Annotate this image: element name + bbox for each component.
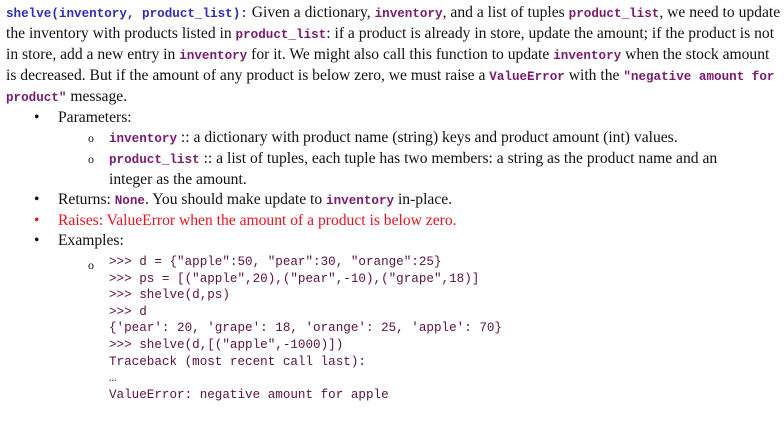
inline-code: product_list: [568, 7, 660, 21]
parameter-name: inventory: [109, 132, 178, 146]
code-line: >>> d: [109, 304, 147, 319]
returns-label: Returns:: [58, 191, 115, 208]
returns-item: • Returns: None. You should make update …: [6, 190, 781, 211]
code-line: …: [109, 371, 117, 386]
code-line: ValueError: negative amount for apple: [109, 387, 389, 402]
bullet-icon: •: [34, 191, 40, 208]
inline-code: product_list: [235, 28, 327, 42]
inline-code: inventory: [374, 7, 443, 21]
bullet-icon: •: [34, 232, 40, 249]
text: , and a list of tuples: [442, 4, 569, 21]
inline-code: None: [114, 194, 145, 208]
circle-bullet-icon: o: [88, 258, 94, 272]
text: with the: [564, 67, 624, 84]
text: Given a dictionary,: [247, 4, 375, 21]
text: in-place.: [394, 191, 453, 208]
inline-code: inventory: [179, 49, 248, 63]
code-line: >>> shelve(d,[("apple",-1000)]): [109, 337, 344, 352]
example-block: o >>> d = {"apple":50, "pear":30, "orang…: [6, 251, 781, 403]
text: for it. We might also call this function…: [247, 46, 554, 63]
parameter-name: product_list: [109, 153, 200, 167]
text: message.: [66, 88, 128, 105]
intro-paragraph: shelve(inventory, product_list): Given a…: [6, 3, 781, 108]
inline-code: ValueError: [489, 70, 565, 84]
code-line: >>> ps = [("apple",20),("pear",-10),("gr…: [109, 271, 480, 286]
spec-list: • Parameters: o inventory :: a dictionary…: [6, 108, 781, 403]
circle-bullet-icon: o: [88, 152, 94, 166]
parameter-desc: :: a dictionary with product name (strin…: [177, 129, 678, 146]
parameter-item: o product_list :: a list of tuples, each …: [6, 149, 781, 190]
bullet-icon: •: [34, 109, 40, 126]
parameter-item: o inventory :: a dictionary with product …: [6, 128, 781, 149]
parameter-desc: :: a list of tuples, each tuple has two …: [109, 150, 718, 188]
raises-item: • Raises: ValueError when the amount of …: [6, 211, 781, 231]
parameters-item: • Parameters: o inventory :: a dictionary…: [6, 108, 781, 190]
code-line: {'pear': 20, 'grape': 18, 'orange': 25, …: [109, 321, 502, 336]
inline-code: inventory: [553, 49, 622, 63]
inline-code: inventory: [326, 194, 395, 208]
example-code: >>> d = {"apple":50, "pear":30, "orange"…: [109, 251, 781, 403]
code-line: >>> shelve(d,ps): [109, 288, 230, 303]
parameters-label: Parameters:: [58, 109, 132, 126]
bullet-icon: •: [34, 212, 40, 229]
code-line: >>> d = {"apple":50, "pear":30, "orange"…: [109, 255, 442, 269]
circle-bullet-icon: o: [88, 131, 94, 145]
code-line: Traceback (most recent call last):: [109, 354, 366, 369]
raises-text: Raises: ValueError when the amount of a …: [58, 212, 457, 229]
function-spec: shelve(inventory, product_list): Given a…: [6, 3, 781, 403]
function-signature: shelve(inventory, product_list):: [6, 7, 248, 21]
text: . You should make update to: [144, 191, 327, 208]
examples-label: Examples:: [58, 232, 124, 249]
examples-item: • Examples: o >>> d = {"apple":50, "pear…: [6, 231, 781, 403]
